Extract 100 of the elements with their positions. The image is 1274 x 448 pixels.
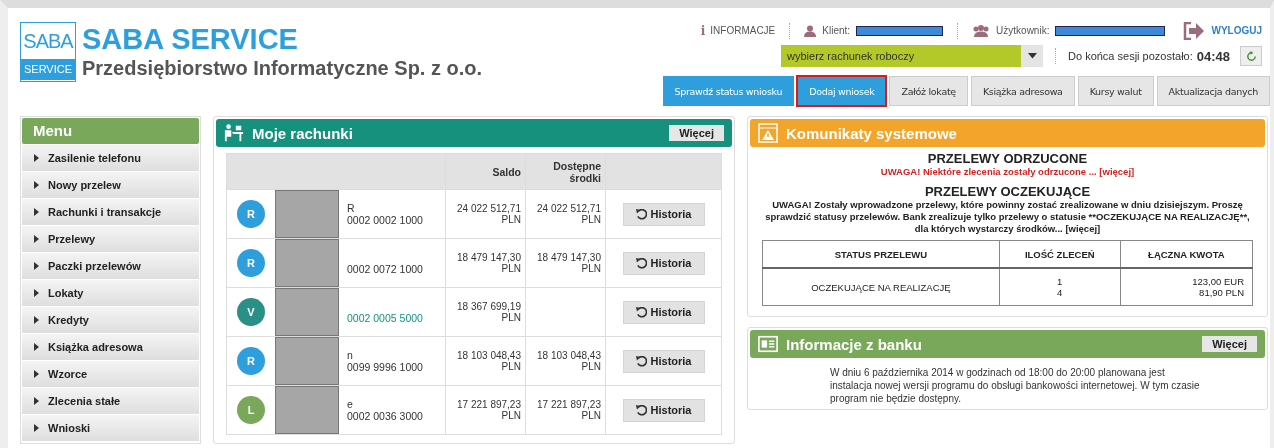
column-header: Dostępne środki [552,159,601,184]
company-logo: SABA SERVICE [20,22,76,82]
available-cell-text: 18 479 147,30 PLN [536,252,601,274]
redaction-block [275,288,339,336]
warning-window-icon [758,123,778,143]
redaction-block [275,239,339,287]
client-label: Klient: [822,25,851,36]
info-link[interactable]: i INFORMACJE [700,23,776,38]
history-button[interactable]: Historia [622,202,705,226]
account-number: 0099 9996 1000 [347,361,423,373]
caret-icon [34,289,39,297]
account-number-link[interactable]: 0002 0005 5000 [347,312,423,324]
menu-item[interactable]: Zasilenie telefonu [22,145,199,171]
account-number: 0002 0072 1000 [347,263,423,275]
caret-icon [34,208,39,216]
balance-cell-text: 18 367 699,19 PLN [456,301,521,323]
balance-cell-text: 18 103 048,43 PLN [456,350,521,372]
menu-item[interactable]: Rachunki i transakcje [22,199,199,225]
refresh-icon [1245,50,1257,62]
menu-item[interactable]: Książka adresowa [22,334,199,360]
account-avatar: R [237,347,265,375]
session-label: Do końca sesji pozostało: [1068,50,1193,62]
available-cell-text: 24 022 512,71 PLN [536,203,601,225]
news-text: W dniu 6 października 2014 w godzinach od 18:00 do 20:00 planowana jest instalacja nowej wersji programu do obsługi bankowości internetowej. W tym czasie program nie będzie dostępny. [830,366,1201,405]
balance-cell-text: 17 221 897,23 PLN [456,399,521,421]
warning-text: UWAGA! Zostały wprowadzone przelewy, które powinny zostać zrealizowane w dniu dzisiejszym. Proszę sprawdzić statusy przelewów. Bank zrealizuje tylko przelewy o statusie **OCZEKUJĄCE NA REALIZACJĘ**, dla których wystarczy środków... [więcej] [764,199,1251,235]
menu-item[interactable]: Kredyty [22,307,199,333]
caret-icon [34,397,39,405]
account-number: 0002 0002 1000 [347,214,423,226]
table-cell-text: 4 [1056,287,1064,298]
table-cell-text: 123,00 EUR [1191,276,1244,287]
message-heading: PRZELEWY OCZEKUJĄCE [923,184,1092,199]
caret-icon [34,316,39,324]
history-icon [635,208,647,220]
menu-header: Menu [22,118,199,144]
menu-item[interactable]: Wzorce [22,361,199,387]
column-header: Saldo [492,165,521,178]
menu-item[interactable]: Wnioski [22,415,199,441]
column-header: STATUS PRZELEWU [762,240,1000,268]
redaction-block [275,337,339,385]
history-icon [635,257,647,269]
nav-tab[interactable]: Kursy walut [1077,76,1154,106]
column-header: ŁĄCZNA KWOTA [1120,240,1253,268]
session-timer: 04:48 [1196,48,1230,64]
history-icon [635,404,647,416]
nav-tab[interactable]: Książka adresowa [970,76,1075,106]
newspaper-icon [758,334,778,354]
menu-item[interactable]: Zlecenia stałe [22,388,199,414]
history-button[interactable]: Historia [622,398,705,422]
caret-icon [34,262,39,270]
account-avatar: R [237,249,265,277]
nav-tab[interactable]: Załóż lokatę [889,76,968,106]
logout-link[interactable]: WYLOGUJ [1183,21,1262,40]
user-label: Użytkownik: [996,25,1050,36]
caret-icon [34,154,39,162]
account-avatar: V [237,298,265,326]
history-icon [635,355,647,367]
table-cell-text: 81,90 PLN [1198,287,1244,298]
warning-text: UWAGA! Niektóre zlecenia zostały odrzucone ... [więcej] [879,166,1136,177]
desk-person-icon [224,123,244,143]
message-heading: PRZELEWY ODRZUCONE [926,151,1089,166]
refresh-button[interactable] [1240,46,1262,66]
account-name: e [347,398,354,410]
panel-title: Komunikaty systemowe [786,124,958,142]
company-subtitle: Przedsiębiorstwo Informatyczne Sp. z o.o. [82,56,483,81]
users-icon [972,24,991,37]
company-name: SABA SERVICE [82,23,299,55]
table-cell-text: 1 [1056,276,1064,287]
account-avatar: R [237,200,265,228]
caret-icon [34,235,39,243]
balance-cell-text: 18 479 147,30 PLN [456,252,521,274]
history-button[interactable]: Historia [622,300,705,324]
caret-icon [1027,53,1037,59]
panel-title: Moje rachunki [252,124,354,142]
person-icon [804,24,817,37]
nav-tab[interactable]: Aktualizacja danych [1156,76,1270,106]
redaction-block [275,386,339,434]
account-number: 0002 0036 3000 [347,410,423,422]
history-button[interactable]: Historia [622,349,705,373]
account-name: R [347,202,356,214]
menu-item[interactable]: Paczki przelewów [22,253,199,279]
account-select[interactable]: wybierz rachunek roboczy [781,45,1043,67]
menu-item[interactable]: Przelewy [22,226,199,252]
caret-icon [34,370,39,378]
caret-icon [34,181,39,189]
account-avatar: L [237,396,265,424]
menu-item[interactable]: Nowy przelew [22,172,199,198]
table-cell: OCZEKUJĄCE NA REALIZACJĘ [762,268,1000,306]
logout-icon [1183,21,1206,40]
history-button[interactable]: Historia [622,251,705,275]
more-button[interactable]: Więcej [1202,336,1257,352]
panel-title: Informacje z banku [786,335,923,353]
balance-cell-text: 24 022 512,71 PLN [456,203,521,225]
menu-item[interactable]: Lokaty [22,280,199,306]
redaction-block [275,190,339,238]
caret-icon [34,424,39,432]
available-cell-text: 17 221 897,23 PLN [536,399,601,421]
caret-icon [34,343,39,351]
more-button[interactable]: Więcej [669,125,724,141]
history-icon [635,306,647,318]
